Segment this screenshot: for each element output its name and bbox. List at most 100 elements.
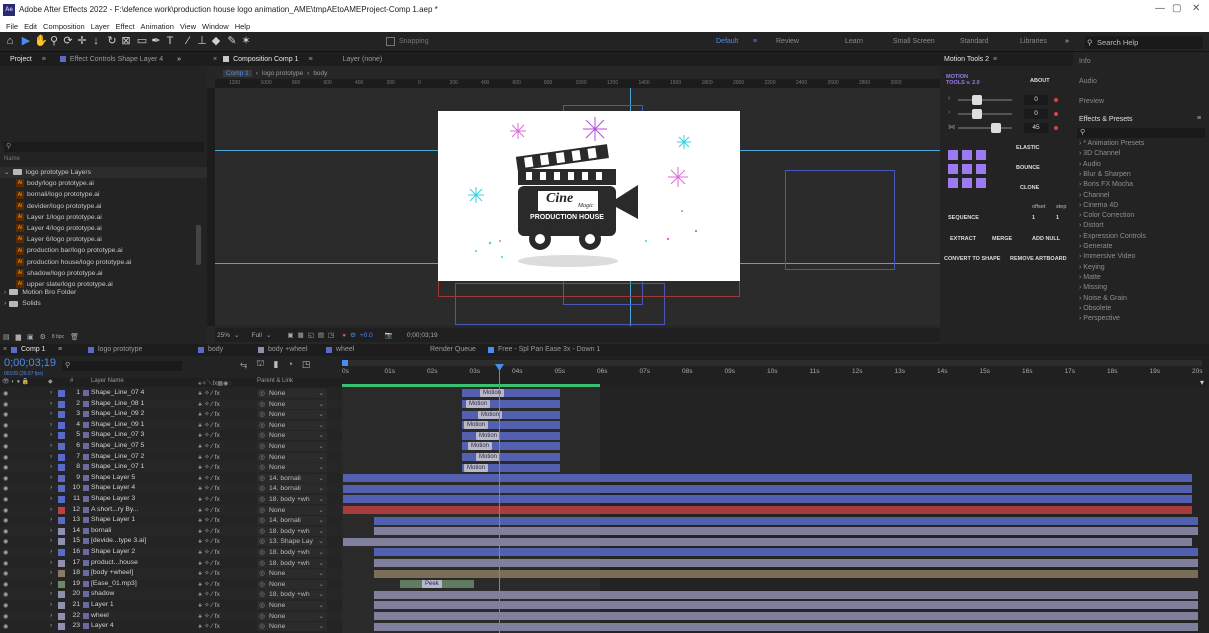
- layer-name[interactable]: shadow: [91, 590, 114, 597]
- pan-tool-icon[interactable]: ✛: [76, 35, 88, 48]
- effect-category[interactable]: › Color Correction: [1079, 212, 1134, 219]
- marker-label[interactable]: Motion: [468, 442, 493, 451]
- visibility-eye-icon[interactable]: ◉: [3, 591, 8, 598]
- parent-dropdown[interactable]: ◎ 18. body +wh ⌄: [257, 495, 327, 504]
- close-button[interactable]: ✕: [1192, 3, 1200, 14]
- layer-switches-icon[interactable]: ⚹ ✧ ∕ fx: [198, 506, 220, 515]
- breadcrumb-body[interactable]: body: [313, 70, 327, 77]
- project-item[interactable]: › Motion Bro Folder: [0, 287, 207, 298]
- slider-thumb[interactable]: [971, 95, 982, 105]
- slider-thumb[interactable]: [990, 123, 1001, 133]
- layer-switches-icon[interactable]: ⚹ ✧ ∕ fx: [198, 484, 220, 493]
- add-null-button[interactable]: ADD NULL: [1032, 236, 1060, 242]
- sequence-button[interactable]: SEQUENCE: [948, 215, 979, 221]
- new-folder-icon[interactable]: ▆: [16, 333, 21, 341]
- tab-motion-tools[interactable]: Motion Tools 2: [944, 56, 989, 63]
- layer-name[interactable]: Layer 1: [91, 601, 114, 608]
- search-help-input[interactable]: ⚲ Search Help: [1085, 36, 1203, 49]
- chevron-right-icon[interactable]: ›: [50, 516, 52, 523]
- layer-row[interactable]: ◉ › 2 Shape_Line_08 1 ⚹ ✧ ∕ fx ◎ None ⌄: [0, 398, 342, 410]
- rotate-tool-icon[interactable]: ↻: [106, 35, 118, 48]
- layer-switches-icon[interactable]: ⚹ ✧ ∕ fx: [198, 601, 220, 610]
- layer-duration-bar[interactable]: [462, 389, 560, 398]
- layer-duration-bar[interactable]: [343, 505, 1192, 514]
- parent-dropdown[interactable]: ◎ None ⌄: [257, 579, 327, 589]
- workspace-small-screen[interactable]: Small Screen: [893, 38, 935, 45]
- workspace-menu-icon[interactable]: ≡: [753, 38, 757, 45]
- effect-category[interactable]: › Boris FX Mocha: [1079, 181, 1133, 188]
- marker-label[interactable]: Motion: [466, 399, 491, 408]
- parent-dropdown[interactable]: ◎ 14. bornali ⌄: [257, 473, 327, 483]
- layer-name[interactable]: Layer 4: [91, 622, 114, 629]
- hand-tool-icon[interactable]: ✋: [34, 35, 48, 48]
- layer-row[interactable]: ◉ › 17 product...house ⚹ ✧ ∕ fx ◎ 18. body +wh…: [0, 557, 342, 569]
- tab-menu-icon[interactable]: ≡: [58, 346, 62, 353]
- parent-dropdown[interactable]: ◎ None ⌄: [257, 505, 327, 515]
- parent-dropdown[interactable]: ◎ 13. Shape Lay ⌄: [257, 537, 327, 547]
- layer-row[interactable]: ◉ › 7 Shape_Line_07 2 ⚹ ✧ ∕ fx ◎ None ⌄: [0, 451, 342, 463]
- parent-dropdown[interactable]: ◎ None ⌄: [257, 611, 327, 621]
- effect-category[interactable]: › Keying: [1079, 264, 1105, 271]
- menu-layer[interactable]: Layer: [91, 22, 110, 31]
- effect-category[interactable]: › Blur & Sharpen: [1079, 171, 1131, 178]
- breadcrumb-logo-prototype[interactable]: logo prototype: [262, 70, 303, 77]
- layer-name[interactable]: Shape_Line_08 1: [91, 400, 144, 407]
- bounce-button[interactable]: BOUNCE: [1016, 165, 1040, 171]
- project-item[interactable]: ⌄ logo prototype Layers: [0, 167, 207, 178]
- label-color-chip[interactable]: [58, 612, 65, 620]
- marker-label[interactable]: Motion: [480, 389, 505, 398]
- influence-slider[interactable]: [958, 123, 1012, 133]
- label-color-chip[interactable]: [58, 390, 65, 397]
- effect-category[interactable]: › * Animation Presets: [1079, 140, 1144, 147]
- workspace-standard[interactable]: Standard: [960, 38, 988, 45]
- chevron-right-icon[interactable]: ›: [50, 559, 52, 566]
- layer-row[interactable]: ◉ › 4 Shape_Line_09 1 ⚹ ✧ ∕ fx ◎ None ⌄: [0, 419, 342, 431]
- menu-animation[interactable]: Animation: [141, 22, 174, 31]
- chevron-right-icon[interactable]: ›: [50, 569, 52, 576]
- chevron-right-icon[interactable]: ›: [50, 453, 52, 460]
- chevron-right-icon[interactable]: ›: [50, 601, 52, 608]
- zoom-dropdown[interactable]: 25%: [217, 332, 230, 339]
- menu-composition[interactable]: Composition: [43, 22, 85, 31]
- visibility-eye-icon[interactable]: ◉: [3, 602, 8, 609]
- pick-whip-icon[interactable]: ◎: [259, 559, 265, 568]
- label-color-chip[interactable]: [58, 538, 65, 546]
- parent-dropdown[interactable]: ◎ None ⌄: [257, 452, 327, 462]
- close-tab-icon[interactable]: ×: [3, 346, 7, 353]
- menu-view[interactable]: View: [180, 22, 196, 31]
- fast-preview-icon[interactable]: ⚙: [350, 331, 356, 339]
- viewer-timecode[interactable]: 0;00;03;19: [407, 332, 438, 339]
- clone-button[interactable]: CLONE: [1020, 185, 1039, 191]
- slider-value[interactable]: 0: [1024, 95, 1048, 105]
- pick-whip-icon[interactable]: ◎: [259, 580, 265, 589]
- pick-whip-icon[interactable]: ◎: [259, 442, 265, 451]
- label-color-chip[interactable]: [58, 506, 65, 514]
- project-settings-icon[interactable]: ⚙: [40, 333, 46, 341]
- chevron-right-icon[interactable]: ›: [50, 389, 52, 396]
- layer-name[interactable]: [body +wheel]: [91, 569, 133, 576]
- puppet-tool-icon[interactable]: ✶: [240, 35, 252, 48]
- layer-row[interactable]: ◉ › 15 [devide...type 3.ai] ⚹ ✧ ∕ fx ◎ 13. Sha…: [0, 536, 342, 547]
- chevron-right-icon[interactable]: ›: [50, 442, 52, 449]
- layer-duration-bar[interactable]: [343, 537, 1192, 546]
- marker-label[interactable]: Motion: [464, 421, 489, 430]
- roto-brush-tool-icon[interactable]: ✎: [226, 35, 238, 48]
- chevron-right-icon[interactable]: ›: [50, 421, 52, 428]
- tab-layer[interactable]: Layer (none): [343, 56, 383, 63]
- effects-search-input[interactable]: ⚲: [1077, 128, 1205, 138]
- label-color-chip[interactable]: [58, 443, 65, 450]
- layer-name[interactable]: [Ease_01.mp3]: [91, 580, 137, 587]
- frame-blending-icon[interactable]: ▮: [273, 359, 278, 370]
- label-color-chip[interactable]: [58, 400, 65, 408]
- timeline-tab[interactable]: Render Queue: [430, 346, 476, 353]
- home-icon[interactable]: ⌂: [4, 35, 16, 48]
- workspace-libraries[interactable]: Libraries: [1020, 38, 1047, 45]
- pick-whip-icon[interactable]: ◎: [259, 612, 265, 621]
- pick-whip-icon[interactable]: ◎: [259, 431, 265, 440]
- layer-switches-icon[interactable]: ⚹ ✧ ∕ fx: [198, 537, 220, 546]
- layer-row[interactable]: ◉ › 6 Shape_Line_07 5 ⚹ ✧ ∕ fx ◎ None ⌄: [0, 441, 342, 452]
- chevron-right-icon[interactable]: ›: [50, 400, 52, 407]
- effect-category[interactable]: › Generate: [1079, 243, 1112, 250]
- layer-row[interactable]: ◉ › 1 Shape_Line_07 4 ⚹ ✧ ∕ fx ◎ None ⌄: [0, 388, 342, 399]
- maximize-button[interactable]: ▢: [1172, 3, 1181, 14]
